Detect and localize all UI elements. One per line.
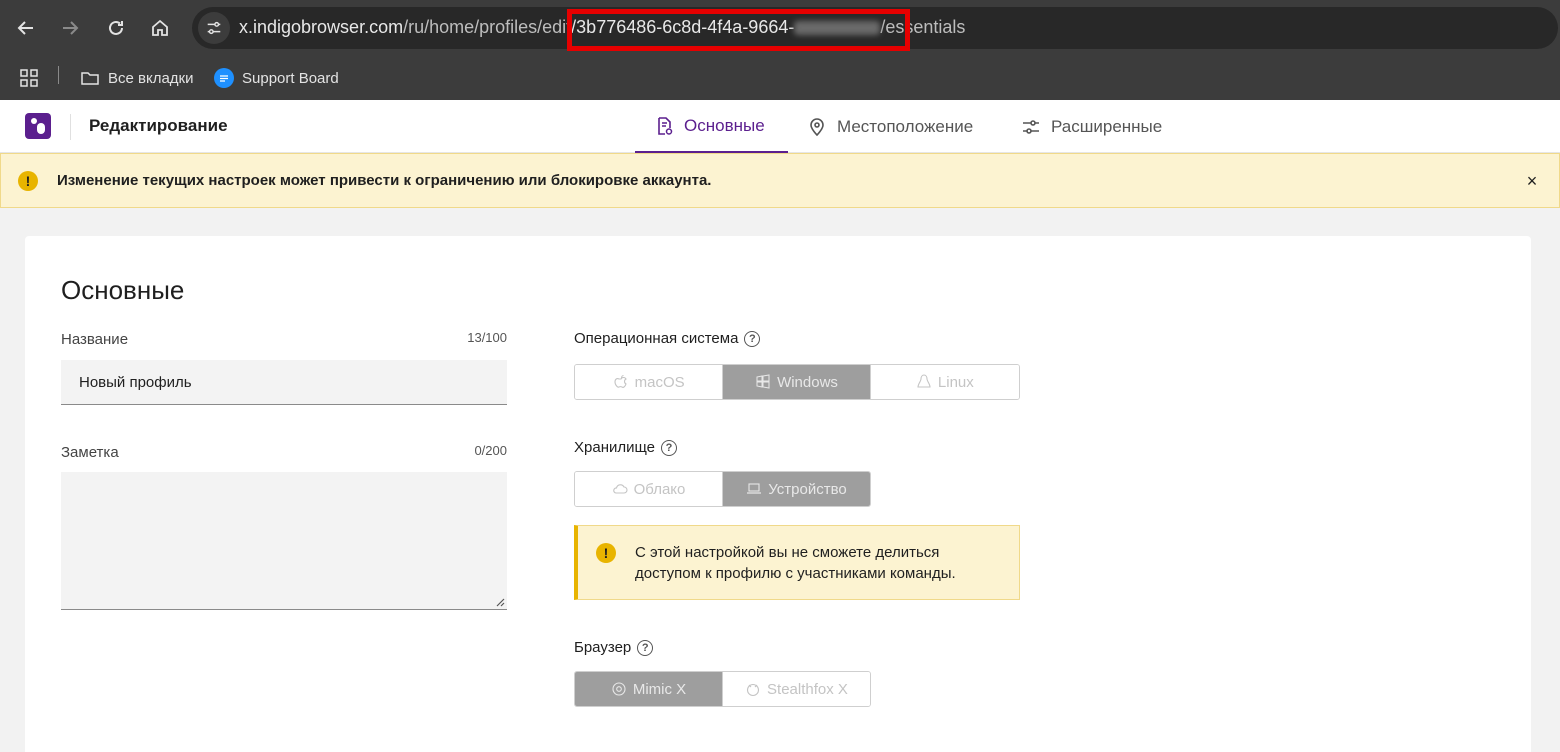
storage-option-device[interactable]: Устройство [723, 472, 870, 506]
support-board-icon [214, 68, 234, 88]
warning-icon: ! [596, 543, 616, 563]
storage-notice: ! С этой настройкой вы не сможете делить… [574, 525, 1020, 600]
bookmark-label: Все вкладки [108, 69, 194, 87]
tab-label: Местоположение [837, 116, 974, 136]
document-gear-icon [658, 116, 673, 135]
page-title: Редактирование [89, 116, 228, 135]
warning-icon: ! [18, 171, 38, 191]
header-divider [70, 114, 71, 140]
url-host: x.indigobrowser.com [239, 17, 404, 37]
windows-icon [756, 374, 770, 389]
sliders-icon [1023, 119, 1039, 134]
help-icon[interactable]: ? [661, 439, 677, 456]
help-icon[interactable]: ? [744, 330, 761, 347]
bookmarks-divider [58, 66, 59, 84]
tab-advanced[interactable]: Расширенные [1021, 100, 1162, 153]
bookmark-all-tabs[interactable]: Все вкладки [80, 64, 194, 92]
bookmark-label: Support Board [242, 69, 339, 87]
back-button[interactable] [10, 12, 42, 44]
storage-label-text: Хранилище [574, 439, 655, 456]
name-counter: 13/100 [467, 330, 507, 345]
os-option-windows[interactable]: Windows [723, 365, 871, 399]
linux-penguin-icon [917, 374, 931, 388]
home-icon [152, 19, 168, 36]
storage-option-cloud[interactable]: Облако [575, 472, 723, 506]
reload-button[interactable] [100, 12, 132, 44]
home-button[interactable] [144, 12, 176, 44]
tab-essentials[interactable]: Основные [635, 100, 788, 153]
apps-button[interactable] [19, 64, 39, 92]
browser-option-label: Mimic X [632, 680, 687, 698]
tab-location[interactable]: Местоположение [807, 100, 973, 153]
os-option-label: Linux [937, 373, 974, 391]
arrow-left-icon [17, 21, 33, 35]
browser-option-label: Stealthfox X [767, 680, 848, 698]
browser-toolbar: x.indigobrowser.com/ru/home/profiles/edi… [0, 0, 1560, 56]
tab-label: Расширенные [1051, 116, 1163, 136]
url-path: /ru/home/profiles/edit [403, 17, 572, 37]
os-label-text: Операционная система [574, 330, 739, 347]
highlight-box [567, 9, 910, 51]
storage-option-label: Устройство [768, 480, 847, 498]
app-header: Редактирование Основные Местоположение Р… [0, 100, 1560, 153]
bookmark-support-board[interactable]: Support Board [214, 64, 339, 92]
location-pin-icon [810, 117, 824, 136]
browser-label: Браузер ? [574, 639, 654, 656]
note-label: Заметка [61, 444, 119, 461]
browser-selector: Mimic X Stealthfox X [574, 671, 871, 707]
laptop-icon [747, 483, 762, 494]
browser-chrome: x.indigobrowser.com/ru/home/profiles/edi… [0, 0, 1560, 100]
storage-notice-text: С этой настройкой вы не сможете делиться… [635, 544, 956, 582]
name-input[interactable]: Новый профиль [61, 360, 507, 405]
resize-grip-icon[interactable] [495, 597, 505, 607]
banner-text: Изменение текущих настроек может привест… [57, 172, 712, 189]
tab-label: Основные [684, 115, 765, 135]
site-settings-button[interactable] [198, 12, 230, 44]
note-counter: 0/200 [474, 443, 507, 458]
apps-grid-icon [20, 69, 38, 87]
storage-label: Хранилище ? [574, 439, 677, 456]
apple-icon [614, 374, 627, 388]
forward-button[interactable] [54, 12, 86, 44]
close-icon[interactable]: × [1521, 170, 1543, 192]
section-title: Основные [61, 275, 185, 305]
name-label: Название [61, 331, 129, 348]
warning-banner: ! Изменение текущих настроек может приве… [0, 153, 1560, 208]
indigo-logo[interactable] [25, 113, 51, 139]
os-selector: macOS Windows Linux [574, 364, 1020, 400]
storage-option-label: Облако [633, 480, 686, 498]
reload-icon [109, 20, 123, 35]
browser-option-mimic[interactable]: Mimic X [575, 672, 723, 706]
browser-option-stealthfox[interactable]: Stealthfox X [723, 672, 870, 706]
tune-icon [207, 21, 221, 35]
folder-icon [81, 72, 99, 85]
help-icon[interactable]: ? [637, 639, 654, 656]
browser-label-text: Браузер [574, 639, 632, 656]
chrome-icon [612, 682, 626, 696]
os-option-linux[interactable]: Linux [870, 365, 1019, 399]
cloud-icon [612, 484, 628, 494]
bookmarks-bar: Все вкладки Support Board [0, 56, 1560, 100]
firefox-icon [746, 683, 760, 697]
os-label: Операционная система ? [574, 330, 761, 347]
arrow-right-icon [63, 21, 79, 35]
os-option-label: Windows [777, 373, 838, 391]
note-textarea[interactable] [61, 472, 507, 610]
storage-selector: Облако Устройство [574, 471, 871, 507]
os-option-macos[interactable]: macOS [575, 365, 724, 399]
os-option-label: macOS [634, 373, 685, 391]
